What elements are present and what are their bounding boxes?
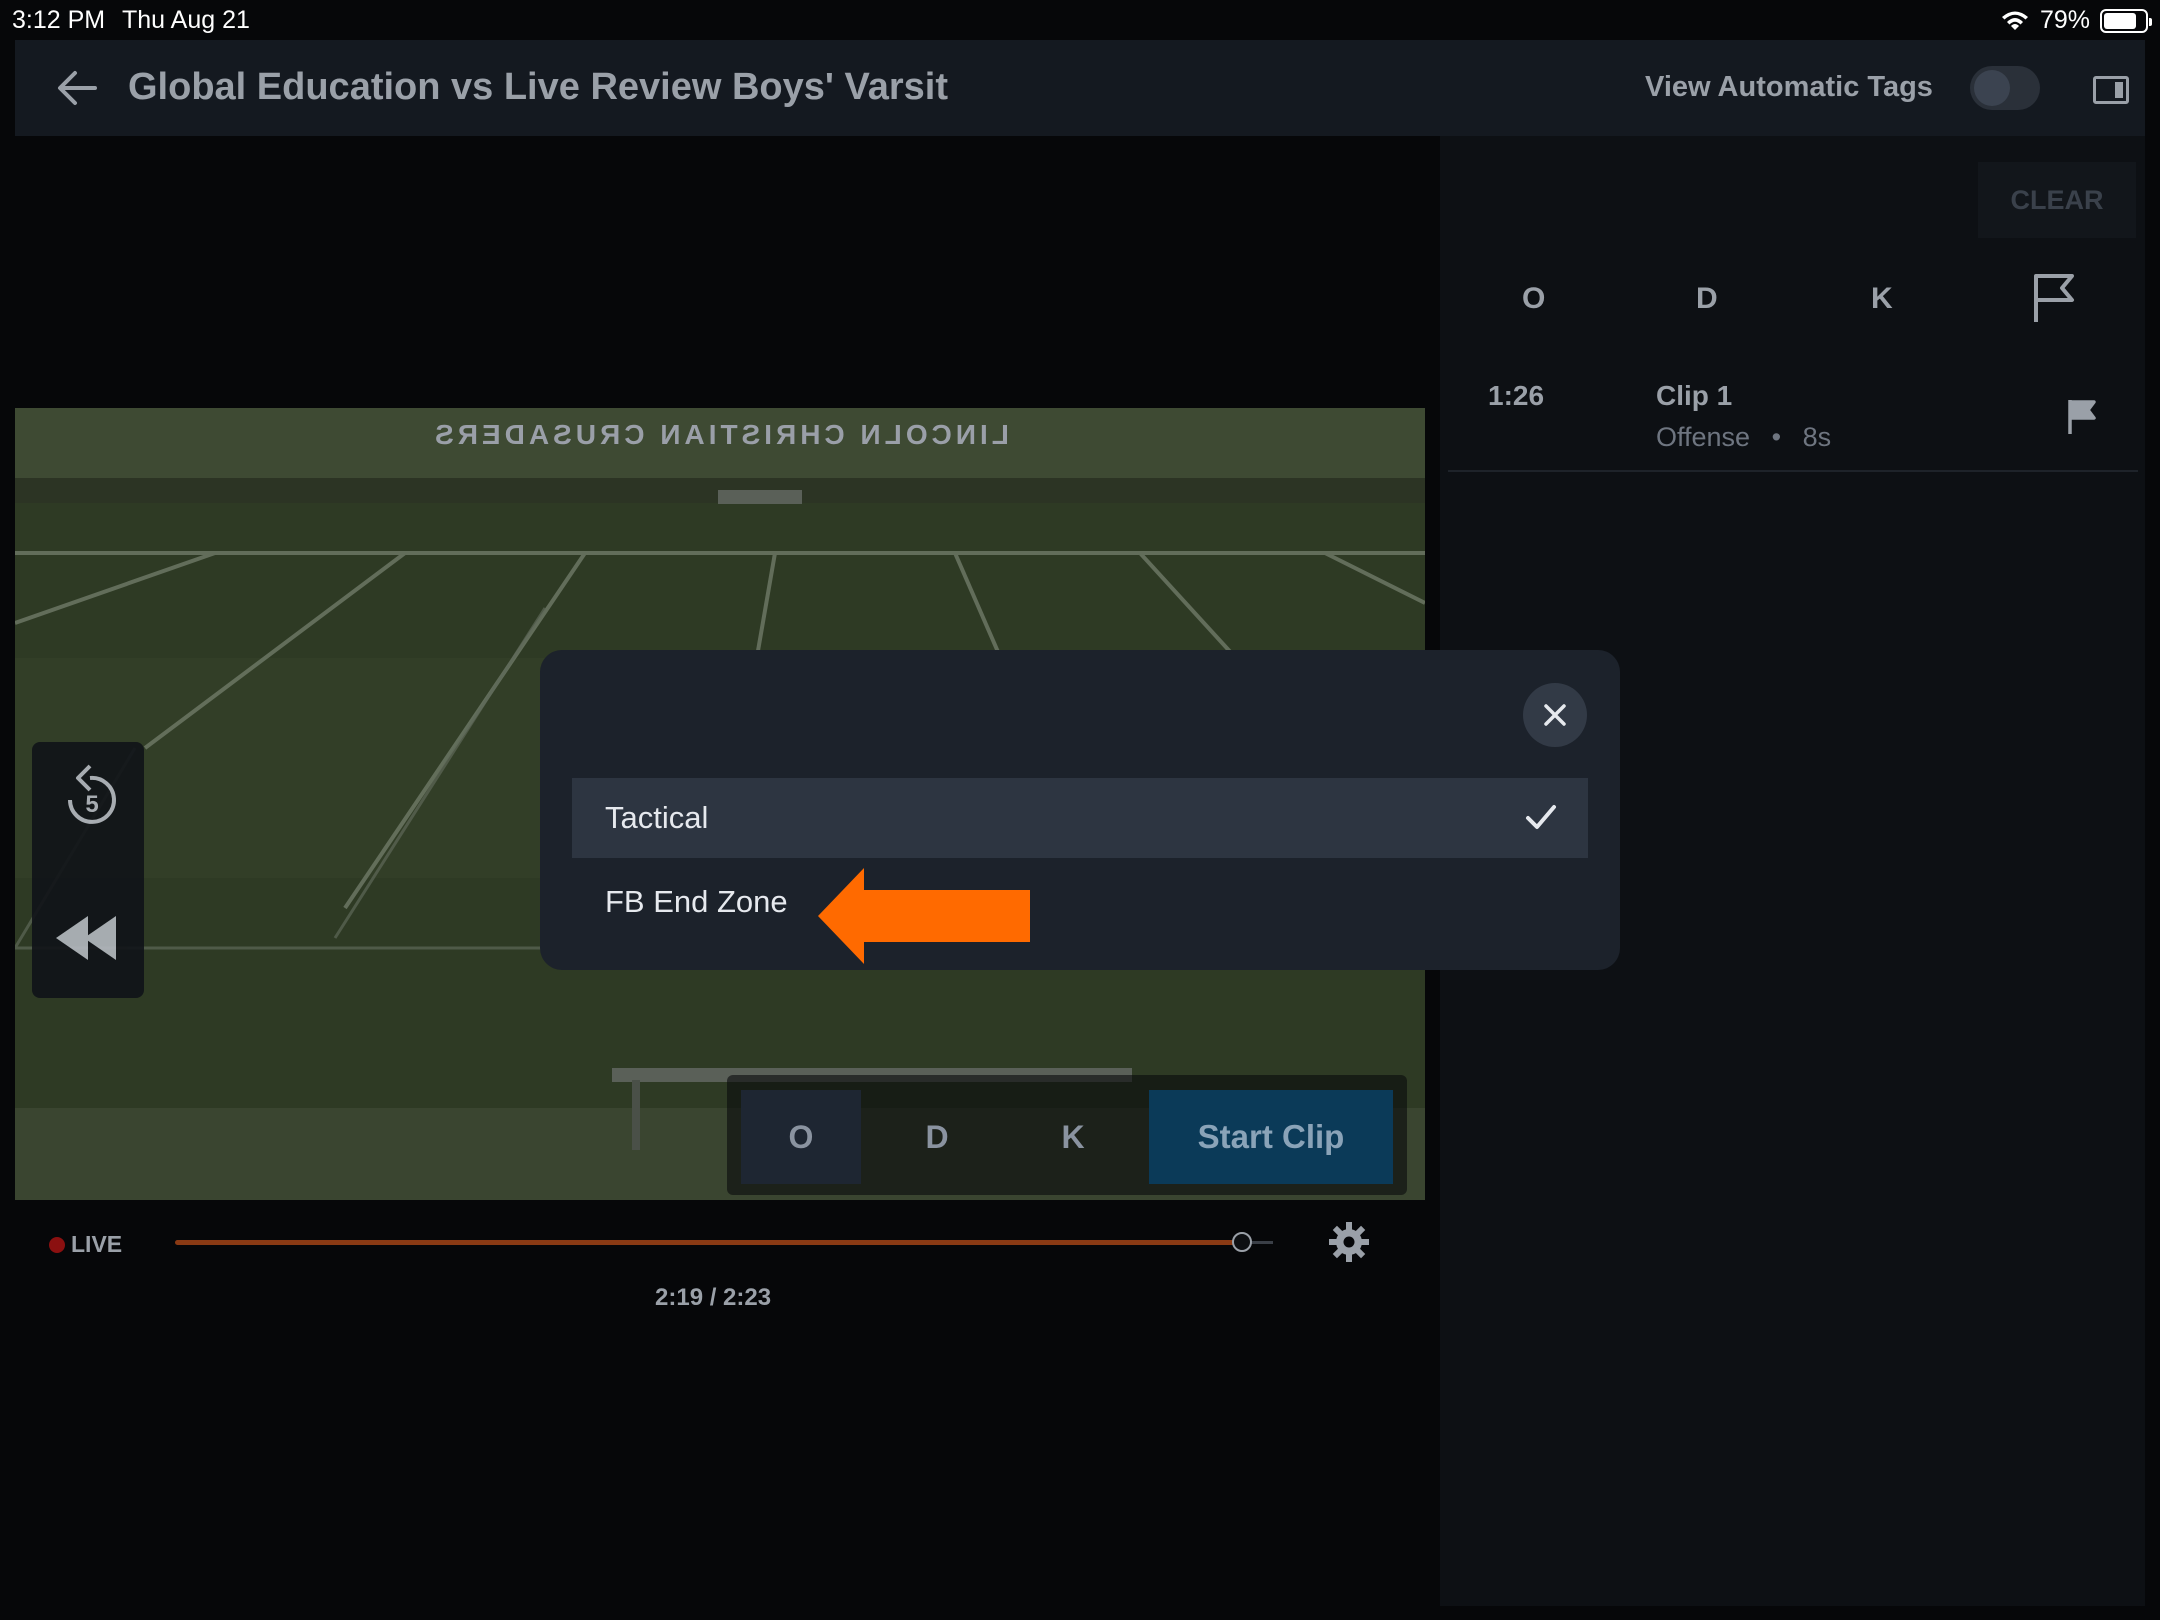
status-time: 3:12 PM	[12, 6, 106, 34]
tag-bar: O D K Start Clip	[727, 1075, 1407, 1195]
annotation-arrow-icon	[818, 868, 1030, 964]
back-arrow-icon[interactable]	[55, 68, 99, 108]
timeline: LIVE 2:19 / 2:23	[15, 1200, 1425, 1320]
replay-5-icon[interactable]: 5	[60, 762, 120, 832]
filter-kicking[interactable]: K	[1871, 282, 1893, 316]
clip-flag-icon[interactable]	[2066, 398, 2098, 436]
page-title: Global Education vs Live Review Boys' Va…	[128, 66, 948, 108]
battery-percent: 79%	[2039, 6, 2090, 34]
status-right: 79%	[2000, 6, 2152, 35]
camera-angle-modal: Tactical FB End Zone	[540, 650, 1620, 970]
gear-icon[interactable]	[1327, 1220, 1371, 1264]
clip-row[interactable]: 1:26 Clip 1 Offense • 8s	[1448, 366, 2138, 472]
filter-defense[interactable]: D	[1696, 282, 1718, 316]
clear-button[interactable]: CLEAR	[1978, 162, 2136, 238]
clip-name: Clip 1	[1656, 380, 1733, 411]
meta-separator: •	[1771, 422, 1782, 452]
clip-duration: 8s	[1802, 422, 1832, 452]
field-banner-text: LINCOLN CHRISTIAN CRUSADERS	[431, 419, 1009, 450]
tag-defense-button[interactable]: D	[877, 1090, 997, 1184]
playback-side-controls: 5	[32, 742, 144, 998]
tag-offense-button[interactable]: O	[741, 1090, 861, 1184]
clip-type: Offense	[1656, 422, 1751, 452]
option-tactical[interactable]: Tactical	[572, 778, 1588, 858]
auto-tags-toggle[interactable]	[1970, 66, 2040, 110]
filter-offense[interactable]: O	[1522, 282, 1545, 316]
scrub-track[interactable]	[175, 1240, 1243, 1245]
live-dot	[49, 1237, 65, 1253]
time-readout: 2:19 / 2:23	[655, 1284, 772, 1311]
close-icon	[1544, 704, 1566, 726]
sidebar-toggle-icon[interactable]	[2093, 76, 2129, 104]
svg-text:5: 5	[85, 791, 98, 818]
auto-tags-label: View Automatic Tags	[1645, 71, 1933, 103]
clip-time: 1:26	[1488, 380, 1545, 411]
scrub-handle[interactable]	[1232, 1232, 1252, 1252]
status-date: Thu Aug 21	[122, 6, 250, 34]
start-clip-button[interactable]: Start Clip	[1149, 1090, 1393, 1184]
wifi-icon	[2001, 11, 2028, 30]
flag-filter-icon[interactable]	[2030, 272, 2078, 324]
option-label: FB End Zone	[605, 884, 788, 919]
close-button[interactable]	[1523, 683, 1587, 747]
checkmark-icon	[1526, 805, 1556, 829]
battery-icon	[2100, 8, 2152, 33]
app-header: Global Education vs Live Review Boys' Va…	[15, 40, 2145, 136]
toggle-knob	[1974, 70, 2010, 106]
live-label[interactable]: LIVE	[71, 1231, 122, 1258]
clip-meta: Offense • 8s	[1656, 422, 1831, 453]
option-label: Tactical	[605, 800, 709, 835]
status-bar: 3:12 PM Thu Aug 21 79%	[0, 0, 2160, 40]
rewind-icon[interactable]	[54, 912, 118, 964]
tag-kicking-button[interactable]: K	[1013, 1090, 1133, 1184]
